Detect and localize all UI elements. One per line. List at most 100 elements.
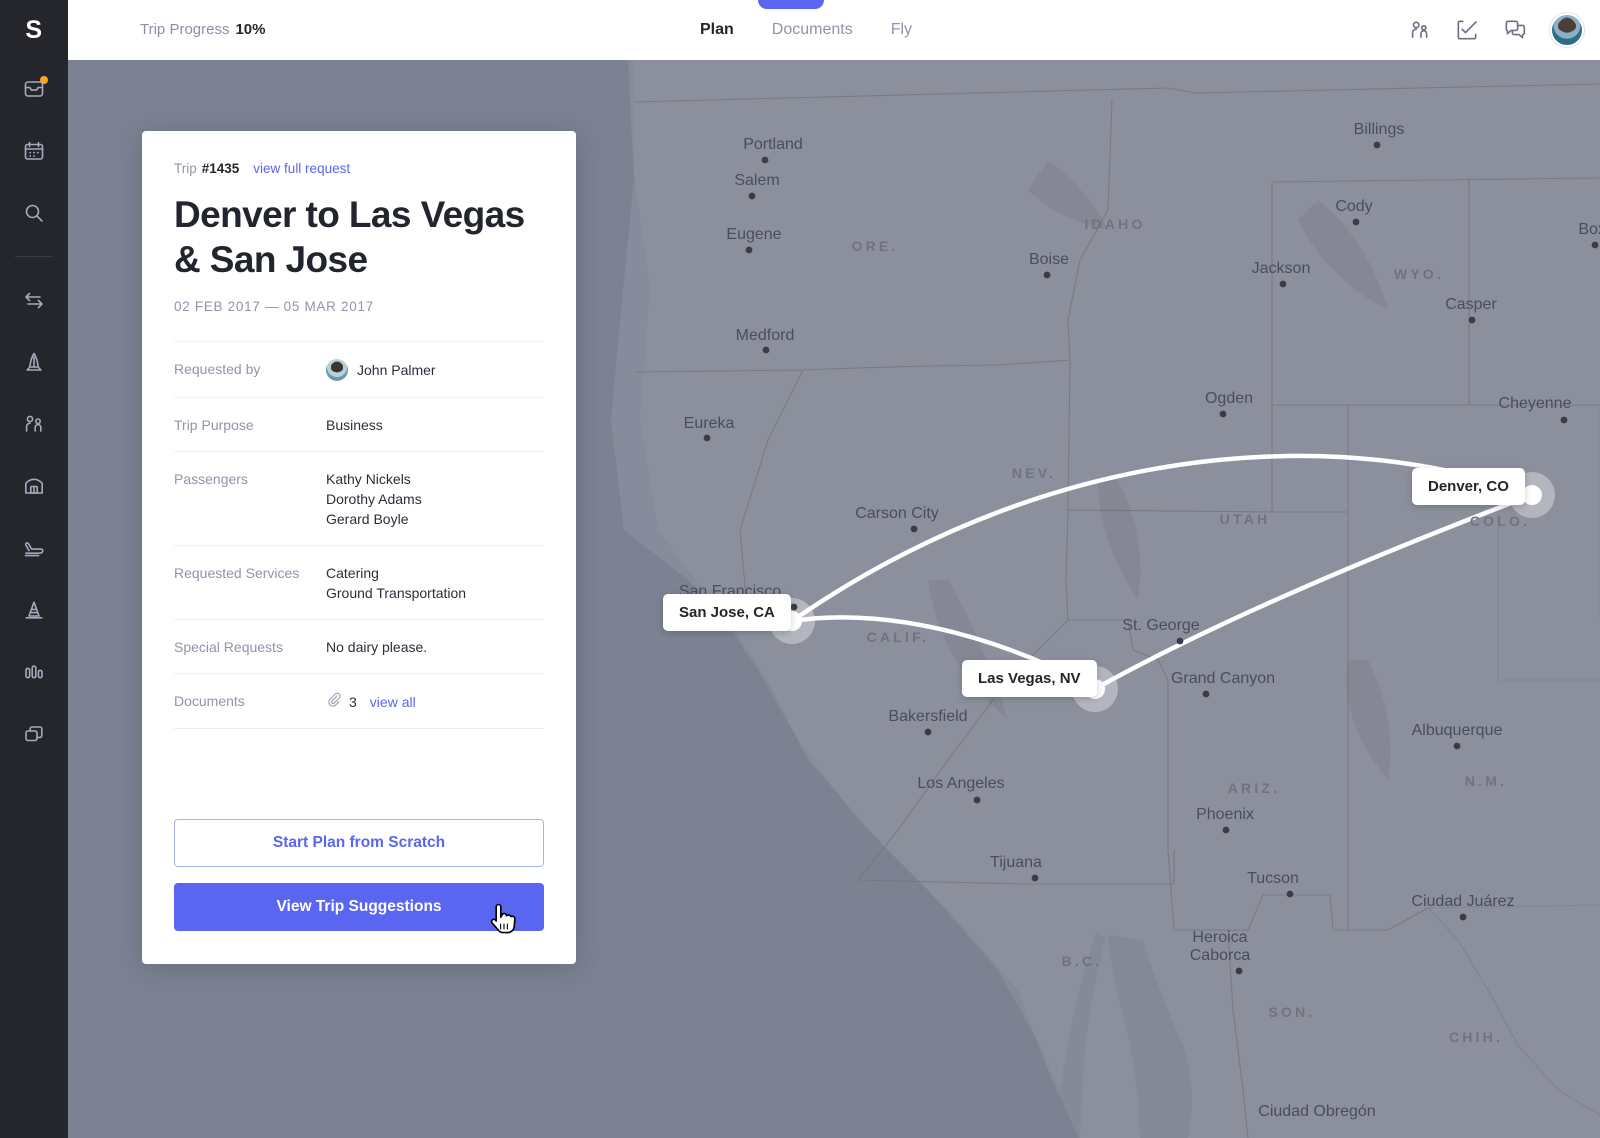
tab-plan[interactable]: Plan <box>700 21 734 39</box>
detail-value: Catering Ground Transportation <box>326 563 466 603</box>
user-avatar[interactable] <box>1550 13 1584 47</box>
documents-view-all-link[interactable]: view all <box>370 692 416 712</box>
sidebar-item-wing[interactable] <box>0 519 68 581</box>
trip-meta: Trip #1435 view full request <box>174 161 544 176</box>
detail-row-passengers: Passengers Kathy Nickels Dorothy Adams G… <box>174 451 544 545</box>
svg-text:B.C.: B.C. <box>1062 953 1103 969</box>
svg-text:Cheyenne: Cheyenne <box>1499 395 1572 412</box>
passengers-people-icon[interactable] <box>1406 17 1432 43</box>
sidebar-divider <box>15 256 53 257</box>
aircraft-tail-icon <box>22 350 46 379</box>
svg-text:NEV.: NEV. <box>1012 465 1056 481</box>
stacked-cards-icon <box>22 722 46 751</box>
svg-text:Ogden: Ogden <box>1205 390 1253 407</box>
trip-date-range: 02 FEB 2017 — 05 MAR 2017 <box>174 299 374 314</box>
service-item: Catering <box>326 565 379 581</box>
detail-value: Kathy Nickels Dorothy Adams Gerard Boyle <box>326 469 422 529</box>
svg-text:ORE.: ORE. <box>851 238 898 254</box>
wing-icon <box>22 536 46 565</box>
svg-text:Casper: Casper <box>1445 296 1497 313</box>
sidebar-item-transfers[interactable] <box>0 271 68 333</box>
passenger-name: Gerard Boyle <box>326 511 409 527</box>
trip-word: Trip <box>174 161 197 176</box>
svg-text:COLO.: COLO. <box>1470 513 1530 529</box>
sidebar-item-crew[interactable] <box>0 395 68 457</box>
left-sidebar: S <box>0 0 68 1138</box>
sidebar-item-search[interactable] <box>0 184 68 246</box>
people-icon <box>22 412 46 441</box>
map-pin-las-vegas[interactable]: Las Vegas, NV <box>962 660 1097 697</box>
requester-avatar <box>326 359 348 381</box>
detail-row-trip-purpose: Trip Purpose Business <box>174 397 544 451</box>
svg-text:St. George: St. George <box>1122 617 1199 634</box>
detail-row-requested-services: Requested Services Catering Ground Trans… <box>174 545 544 619</box>
tab-fly[interactable]: Fly <box>891 21 912 39</box>
detail-value: John Palmer <box>326 359 436 381</box>
svg-text:Salem: Salem <box>734 172 779 189</box>
requester-name: John Palmer <box>357 362 436 378</box>
main-nav-tabs: Plan Documents Fly <box>700 0 912 60</box>
trip-id: #1435 <box>201 161 240 176</box>
svg-text:Jackson: Jackson <box>1252 260 1311 277</box>
search-icon <box>22 201 46 230</box>
trip-progress-label: Trip Progress <box>140 21 230 38</box>
sidebar-item-calendar[interactable] <box>0 122 68 184</box>
detail-label: Documents <box>174 693 245 709</box>
svg-text:Caborca: Caborca <box>1190 947 1251 964</box>
svg-text:Bakersfield: Bakersfield <box>888 708 967 725</box>
detail-value: No dairy please. <box>326 639 428 655</box>
svg-text:CHIH.: CHIH. <box>1449 1029 1503 1045</box>
transfers-icon <box>22 288 46 317</box>
svg-text:Ciudad Juárez: Ciudad Juárez <box>1411 893 1514 910</box>
trip-detail-list: Requested by John Palmer Trip Purpose Bu… <box>174 341 544 729</box>
checklist-icon[interactable] <box>1454 17 1480 43</box>
map-pin-denver[interactable]: Denver, CO <box>1412 468 1525 505</box>
svg-text:Los Angeles: Los Angeles <box>917 775 1004 792</box>
detail-label: Trip Purpose <box>174 417 254 433</box>
sidebar-item-ground-ops[interactable] <box>0 581 68 643</box>
svg-text:Eureka: Eureka <box>684 415 735 432</box>
sidebar-item-layers[interactable] <box>0 705 68 767</box>
svg-text:Carson City: Carson City <box>855 505 939 522</box>
svg-text:IDAHO: IDAHO <box>1084 216 1145 232</box>
traffic-cone-icon <box>22 598 46 627</box>
svg-text:WYO.: WYO. <box>1394 266 1444 282</box>
detail-label: Special Requests <box>174 639 283 655</box>
tab-documents[interactable]: Documents <box>772 21 853 39</box>
hangar-icon <box>22 474 46 503</box>
svg-text:Billings: Billings <box>1354 121 1405 138</box>
trip-request-card: Trip #1435 view full request Denver to L… <box>142 131 576 964</box>
svg-text:Ciudad Obregón: Ciudad Obregón <box>1258 1103 1375 1120</box>
paperclip-icon <box>326 691 342 712</box>
chat-messages-icon[interactable] <box>1502 17 1528 43</box>
passenger-name: Kathy Nickels <box>326 471 411 487</box>
svg-text:Box Elder: Box Elder <box>1578 221 1600 238</box>
top-bar: Trip Progress 10% Plan Documents Fly <box>68 0 1600 60</box>
sidebar-item-reports[interactable] <box>0 643 68 705</box>
sidebar-item-hangar[interactable] <box>0 457 68 519</box>
sidebar-item-inbox[interactable] <box>0 60 68 122</box>
svg-text:Tijuana: Tijuana <box>990 854 1042 871</box>
start-plan-from-scratch-button[interactable]: Start Plan from Scratch <box>174 819 544 867</box>
svg-text:Medford: Medford <box>736 327 795 344</box>
sidebar-item-aircraft[interactable] <box>0 333 68 395</box>
service-item: Ground Transportation <box>326 585 467 601</box>
app-logo[interactable]: S <box>0 0 68 60</box>
passenger-name: Dorothy Adams <box>326 491 422 507</box>
view-full-request-link[interactable]: view full request <box>253 161 350 176</box>
document-count: 3 <box>349 693 357 710</box>
app-window: S Trip Progress 10% Plan Documents Fly P… <box>0 0 1600 1138</box>
detail-row-documents: Documents 3 view all <box>174 673 544 729</box>
svg-text:Tucson: Tucson <box>1247 870 1299 887</box>
inbox-badge-dot <box>40 76 48 84</box>
svg-text:ARIZ.: ARIZ. <box>1228 780 1281 796</box>
detail-row-requested-by: Requested by John Palmer <box>174 341 544 397</box>
svg-text:CALIF.: CALIF. <box>867 629 930 645</box>
detail-label: Passengers <box>174 471 248 487</box>
svg-text:N.M.: N.M. <box>1465 773 1507 789</box>
map-pin-san-jose[interactable]: San Jose, CA <box>663 594 791 631</box>
svg-text:Portland: Portland <box>743 136 803 153</box>
detail-value: 3 view all <box>326 691 416 712</box>
svg-text:SON.: SON. <box>1268 1004 1315 1020</box>
pointer-hand-cursor <box>489 902 519 942</box>
